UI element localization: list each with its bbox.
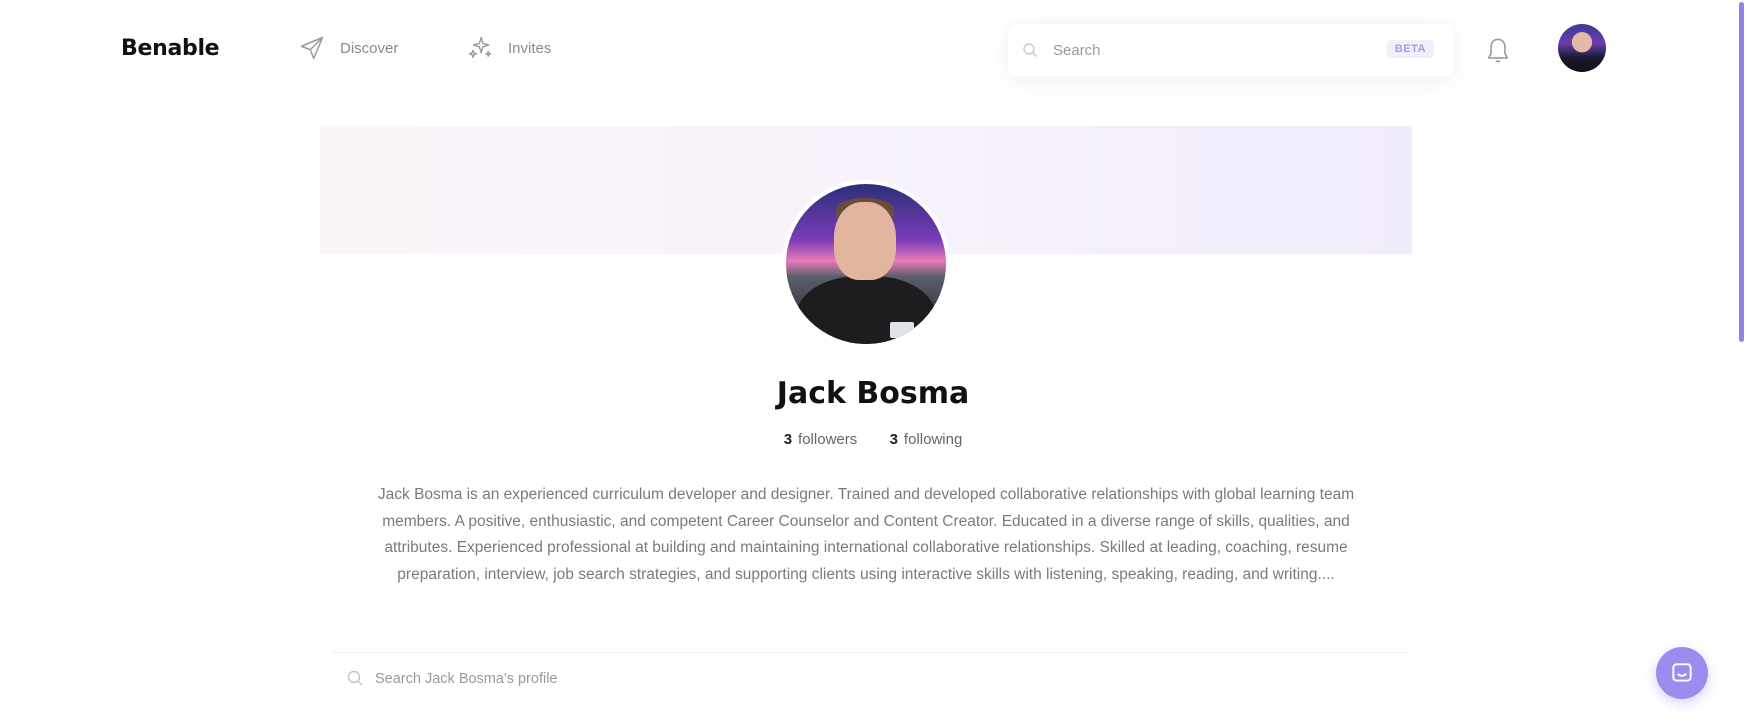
following-link[interactable]: 3 following [890,431,963,448]
nav-discover-label: Discover [340,39,399,57]
profile-bio: Jack Bosma is an experienced curriculum … [320,482,1412,588]
top-header: Benable Discover Invites Search BETA [0,0,1746,100]
profile-search-input[interactable]: Search Jack Bosma's profile [375,671,557,687]
bio-line: preparation, interview, job search strat… [397,565,1335,583]
global-search[interactable]: Search BETA [1008,24,1454,76]
profile-name: Jack Bosma [776,376,970,411]
followers-count: 3 [783,431,793,448]
profile-avatar [782,180,950,348]
scrollbar-thumb[interactable] [1739,2,1744,342]
sparkles-icon [468,36,492,59]
profile-search[interactable]: Search Jack Bosma's profile [332,652,1408,709]
follow-stats: 3 followers 3 following [0,431,1746,448]
bell-icon[interactable] [1484,36,1512,66]
followers-link[interactable]: 3 followers [784,431,862,448]
benable-logo[interactable]: Benable [121,36,220,61]
bio-line: Jack Bosma is an experienced curriculum … [377,486,1355,503]
nav-invites[interactable]: Invites [466,34,551,62]
bio-line: attributes. Experienced professional at … [384,539,1348,556]
following-label: following [903,431,963,448]
beta-badge: BETA [1386,40,1434,58]
search-icon [347,670,363,686]
search-input[interactable]: Search [1053,42,1101,59]
search-icon [1023,43,1037,57]
bio-line: members. A positive, enthusiastic, and c… [382,512,1350,530]
followers-label: followers [798,431,858,448]
profile-photo [786,184,946,344]
chat-icon [1672,663,1692,682]
following-count: 3 [889,431,898,448]
user-avatar[interactable] [1558,24,1606,72]
nav-discover[interactable]: Discover [298,34,398,62]
send-icon [300,36,324,60]
nav-invites-label: Invites [508,39,552,57]
chat-support-button[interactable] [1656,647,1708,699]
